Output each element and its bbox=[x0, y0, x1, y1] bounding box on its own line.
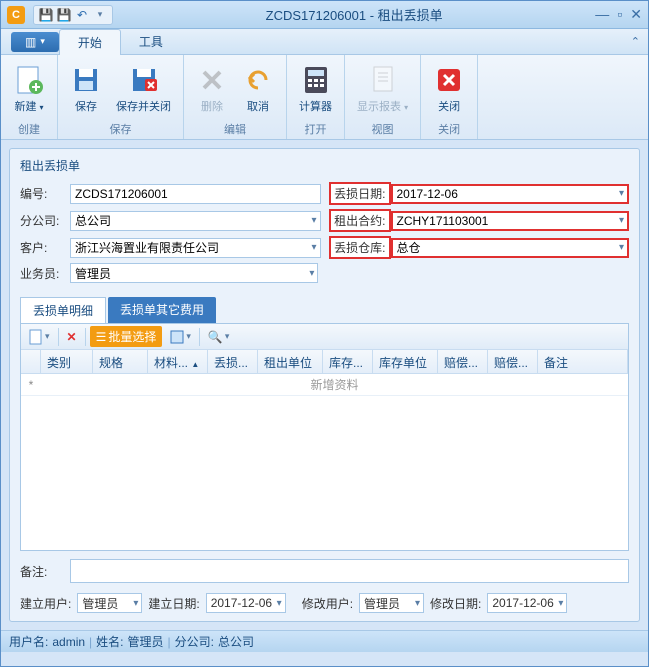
tab-start[interactable]: 开始 bbox=[59, 29, 121, 55]
salesman-input[interactable]: 管理员 bbox=[70, 263, 318, 283]
qat-save2-icon[interactable]: 💾 bbox=[56, 7, 72, 23]
lossdate-label: 丢损日期: bbox=[329, 182, 391, 205]
remark-input[interactable] bbox=[70, 559, 629, 583]
main-panel: 租出丢损单 编号: ZCDS171206001 丢损日期: 2017-12-06… bbox=[9, 148, 640, 622]
panel-title: 租出丢损单 bbox=[20, 157, 629, 174]
close-icon bbox=[433, 64, 465, 96]
modify-date-label: 修改日期: bbox=[430, 595, 481, 612]
new-button[interactable]: 新建 ▾ bbox=[7, 62, 51, 116]
contract-label: 租出合约: bbox=[329, 209, 391, 232]
new-icon bbox=[13, 64, 45, 96]
lossdate-input[interactable]: 2017-12-06 bbox=[391, 184, 630, 204]
salesman-label: 业务员: bbox=[20, 265, 70, 282]
app-logo: C bbox=[7, 6, 25, 24]
save-icon bbox=[70, 64, 102, 96]
qat-undo-icon[interactable]: ↶ bbox=[74, 7, 90, 23]
branch-label: 分公司: bbox=[20, 212, 70, 229]
tab-tools[interactable]: 工具 bbox=[121, 29, 181, 54]
tab-other-fee[interactable]: 丢损单其它费用 bbox=[108, 297, 216, 323]
create-date-label: 建立日期: bbox=[148, 595, 199, 612]
close-button[interactable]: 关闭 bbox=[427, 62, 471, 116]
grid-add-row[interactable]: * 新增资料 bbox=[21, 374, 628, 396]
report-button[interactable]: 显示报表 ▾ bbox=[351, 62, 414, 116]
calculator-icon bbox=[300, 64, 332, 96]
qat-save-icon[interactable]: 💾 bbox=[38, 7, 54, 23]
customer-label: 客户: bbox=[20, 239, 70, 256]
contract-input[interactable]: ZCHY171103001 bbox=[391, 211, 630, 231]
create-user-input[interactable]: 管理员 bbox=[77, 593, 142, 613]
app-menu-button[interactable]: ▥▾ bbox=[11, 32, 59, 52]
grid-delete-button[interactable]: ✕ bbox=[63, 328, 81, 346]
book-icon: ▥ bbox=[25, 35, 36, 49]
save-close-button[interactable]: 保存并关闭 bbox=[110, 62, 177, 116]
minimize-button[interactable]: — bbox=[595, 6, 609, 23]
grid-new-button[interactable]: ▾ bbox=[25, 327, 54, 347]
quick-access-toolbar: 💾 💾 ↶ ▾ bbox=[33, 5, 113, 25]
window-title: ZCDS171206001 - 租出丢损单 bbox=[113, 5, 595, 24]
warehouse-input[interactable]: 总仓 bbox=[391, 238, 630, 258]
report-icon bbox=[367, 64, 399, 96]
modify-date-input[interactable]: 2017-12-06 bbox=[487, 593, 567, 613]
branch-input[interactable]: 总公司 bbox=[70, 211, 321, 231]
ribbon: 新建 ▾ 创建 保存 保存并关闭 保存 删除 取消 bbox=[1, 55, 648, 140]
remark-label: 备注: bbox=[20, 563, 70, 580]
grid-header: 类别 规格 材料... ▲ 丢损... 租出单位 库存... 库存单位 赔偿..… bbox=[21, 350, 628, 374]
save-close-icon bbox=[128, 64, 160, 96]
batch-select-button[interactable]: ☰批量选择 bbox=[90, 326, 163, 347]
titlebar: C 💾 💾 ↶ ▾ ZCDS171206001 - 租出丢损单 — ▫ ✕ bbox=[1, 1, 648, 29]
number-input[interactable]: ZCDS171206001 bbox=[70, 184, 321, 204]
create-user-label: 建立用户: bbox=[20, 595, 71, 612]
cancel-button[interactable]: 取消 bbox=[236, 62, 280, 116]
delete-icon bbox=[196, 64, 228, 96]
grid-export-button[interactable]: ▾ bbox=[166, 328, 195, 346]
calculator-button[interactable]: 计算器 bbox=[293, 62, 338, 116]
menubar: ▥▾ 开始 工具 ⌃ bbox=[1, 29, 648, 55]
create-date-input[interactable]: 2017-12-06 bbox=[206, 593, 286, 613]
grid: ▾ ✕ ☰批量选择 ▾ 🔍▾ 类别 规格 材料... ▲ 丢损... 租出单位 … bbox=[20, 323, 629, 551]
grid-print-button[interactable]: 🔍▾ bbox=[204, 328, 233, 346]
delete-button[interactable]: 删除 bbox=[190, 62, 234, 116]
close-window-button[interactable]: ✕ bbox=[630, 6, 642, 23]
tab-detail[interactable]: 丢损单明细 bbox=[20, 297, 106, 323]
undo-icon bbox=[242, 64, 274, 96]
modify-user-label: 修改用户: bbox=[302, 595, 353, 612]
save-button[interactable]: 保存 bbox=[64, 62, 108, 116]
modify-user-input[interactable]: 管理员 bbox=[359, 593, 424, 613]
maximize-button[interactable]: ▫ bbox=[617, 6, 622, 23]
warehouse-label: 丢损仓库: bbox=[329, 236, 391, 259]
customer-input[interactable]: 浙江兴海置业有限责任公司 bbox=[70, 238, 321, 258]
ribbon-collapse-icon[interactable]: ⌃ bbox=[631, 35, 640, 48]
qat-dropdown-icon[interactable]: ▾ bbox=[92, 7, 108, 23]
statusbar: 用户名:admin | 姓名:管理员 | 分公司:总公司 bbox=[1, 630, 648, 652]
number-label: 编号: bbox=[20, 185, 70, 202]
